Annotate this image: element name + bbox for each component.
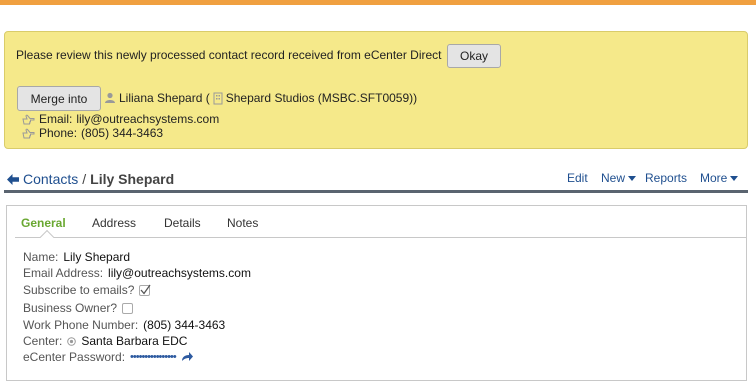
email-label: Email Address: xyxy=(23,266,104,280)
reports-link[interactable]: Reports xyxy=(645,171,687,185)
business-owner-field: Business Owner? xyxy=(23,301,134,315)
tab-general[interactable]: General xyxy=(21,216,66,230)
breadcrumb-contacts-link[interactable]: Contacts xyxy=(23,171,78,187)
active-tab-pointer xyxy=(39,229,55,245)
password-label: eCenter Password: xyxy=(23,350,126,364)
notice-email-label: Email: xyxy=(39,112,73,126)
review-notice: Please review this newly processed conta… xyxy=(4,31,748,149)
notice-phone-value: (805) 344-3463 xyxy=(81,126,164,140)
checkmark-icon xyxy=(139,284,151,296)
name-label: Name: xyxy=(23,250,59,264)
caret-down-icon xyxy=(628,175,637,181)
subscribe-field: Subscribe to emails? xyxy=(23,283,151,297)
business-owner-label: Business Owner? xyxy=(23,301,118,315)
work-phone-value: (805) 344-3463 xyxy=(143,318,226,332)
tab-details[interactable]: Details xyxy=(164,216,201,230)
business-owner-checkbox[interactable] xyxy=(122,302,134,314)
merge-into-button[interactable]: Merge into xyxy=(17,86,101,111)
name-value: Lily Shepard xyxy=(63,250,131,264)
email-value: lily@outreachsystems.com xyxy=(108,266,251,280)
pointing-hand-icon xyxy=(22,128,35,139)
building-icon xyxy=(213,92,223,105)
notice-phone-line: Phone: (805) 344-3463 xyxy=(22,126,163,140)
merge-company-name: Shepard Studios (MSBC.SFT0059)) xyxy=(225,91,418,105)
center-value: Santa Barbara EDC xyxy=(81,334,188,348)
target-icon xyxy=(67,336,77,346)
notice-phone-label: Phone: xyxy=(39,126,78,140)
merge-target: Liliana Shepard ( Shepard Studios (MSBC.… xyxy=(104,91,417,105)
name-field: Name: Lily Shepard xyxy=(23,250,130,264)
okay-button[interactable]: Okay xyxy=(447,44,501,68)
work-phone-label: Work Phone Number: xyxy=(23,318,139,332)
new-menu-label: New xyxy=(601,171,626,185)
tabs-baseline xyxy=(15,237,746,238)
top-accent-bar xyxy=(0,0,756,5)
center-label: Center: xyxy=(23,334,63,348)
breadcrumb-current: Lily Shepard xyxy=(90,171,175,187)
notice-message: Please review this newly processed conta… xyxy=(16,48,442,62)
email-field: Email Address: lily@outreachsystems.com xyxy=(23,266,251,280)
password-value: •••••••••••••••• xyxy=(130,351,177,363)
pointing-hand-icon xyxy=(22,114,35,125)
merge-person-name: Liliana Shepard ( xyxy=(119,91,210,105)
edit-link-label: Edit xyxy=(567,171,588,185)
header-divider xyxy=(4,190,748,193)
more-menu[interactable]: More xyxy=(700,171,739,185)
breadcrumb-separator: / xyxy=(82,171,87,187)
subscribe-checkbox[interactable] xyxy=(139,284,151,296)
reports-link-label: Reports xyxy=(645,171,688,185)
caret-down-icon xyxy=(730,175,739,181)
breadcrumb: Contacts / Lily Shepard xyxy=(7,171,174,187)
contact-panel: General Address Details Notes Name: Lily… xyxy=(6,205,747,381)
back-arrow-icon[interactable] xyxy=(7,173,19,185)
user-icon xyxy=(104,92,116,104)
edit-link[interactable]: Edit xyxy=(567,171,588,185)
notice-email-value: lily@outreachsystems.com xyxy=(76,112,220,126)
more-menu-label: More xyxy=(700,171,728,185)
share-arrow-icon[interactable] xyxy=(181,352,193,362)
password-field: eCenter Password: •••••••••••••••• xyxy=(23,350,193,364)
tab-address[interactable]: Address xyxy=(92,216,136,230)
center-field: Center: Santa Barbara EDC xyxy=(23,334,187,348)
notice-email-line: Email: lily@outreachsystems.com xyxy=(22,112,219,126)
new-menu[interactable]: New xyxy=(601,171,637,185)
tab-notes[interactable]: Notes xyxy=(227,216,258,230)
subscribe-label: Subscribe to emails? xyxy=(23,283,135,297)
work-phone-field: Work Phone Number: (805) 344-3463 xyxy=(23,318,225,332)
